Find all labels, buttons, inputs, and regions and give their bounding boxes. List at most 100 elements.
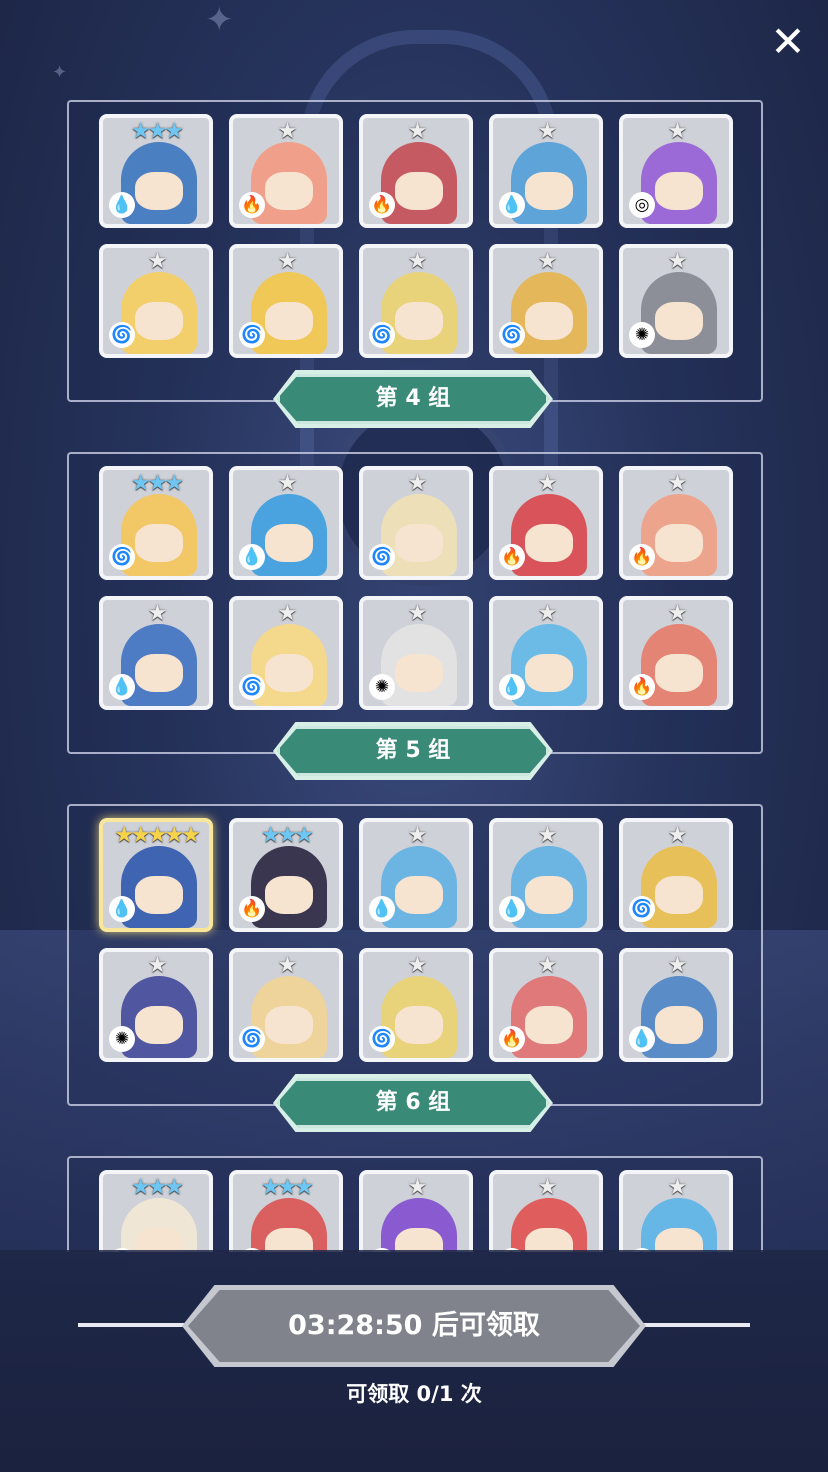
light-element-icon: ✺ xyxy=(369,674,395,700)
hero-card[interactable]: ★ 🌀 xyxy=(359,244,473,358)
hero-card[interactable]: ★ 🌀 xyxy=(619,818,733,932)
hero-card[interactable]: ★ ✺ xyxy=(619,244,733,358)
hero-card[interactable]: ★◎ xyxy=(619,114,733,228)
star-rating-icon: ★ xyxy=(277,119,298,144)
hero-face xyxy=(395,172,443,210)
hero-card[interactable]: ★💧 xyxy=(619,1170,733,1252)
hero-face xyxy=(265,302,313,340)
hero-card[interactable]: ★ 🌀 xyxy=(359,466,473,580)
fire-element-icon: 🔥 xyxy=(239,192,265,218)
hero-portrait xyxy=(381,1198,457,1252)
fire-element-icon: 🔥 xyxy=(629,544,655,570)
hero-card[interactable]: ★🔥 xyxy=(619,596,733,710)
hero-card[interactable]: ★ ✺ xyxy=(99,948,213,1062)
hero-card[interactable]: ★ ✺ xyxy=(359,596,473,710)
hero-card[interactable]: ★💧 xyxy=(229,466,343,580)
hero-card[interactable]: ★💧 xyxy=(489,596,603,710)
hero-card[interactable]: ★💧 xyxy=(99,596,213,710)
hero-portrait xyxy=(641,1198,717,1252)
hero-card[interactable]: ★ 🌀 xyxy=(229,948,343,1062)
water-element-icon: 💧 xyxy=(109,896,135,922)
hero-face xyxy=(395,876,443,914)
hero-face xyxy=(265,1006,313,1044)
hero-card[interactable]: ★ 🌀 xyxy=(359,948,473,1062)
hero-face xyxy=(265,1228,313,1252)
water-element-icon: 💧 xyxy=(239,544,265,570)
hero-card[interactable]: ★◎ xyxy=(359,1170,473,1252)
star-rating-icon: ★★★ xyxy=(260,823,314,848)
sparkle-icon: ✦ xyxy=(205,0,234,40)
hero-face xyxy=(135,1228,183,1252)
hero-card[interactable]: ★★★🔥 xyxy=(229,1170,343,1252)
hero-face xyxy=(525,876,573,914)
fire-element-icon: 🔥 xyxy=(369,192,395,218)
hero-face xyxy=(265,172,313,210)
hero-card[interactable]: ★★★★★ 💧 xyxy=(99,818,213,932)
star-rating-icon: ★ xyxy=(407,1175,428,1200)
star-rating-icon: ★★★ xyxy=(130,471,184,496)
hero-card[interactable]: ★★★ 💧 xyxy=(99,114,213,228)
hero-group-list[interactable]: ★★★ 💧 ★ 🔥 ★ 🔥 ★ 💧 ★ ◎ ★ 🌀 ★ 🌀 ★ 🌀 ★ 🌀 ★ ✺ 第 4 组 ★★★ 🌀 ★ 💧 ★ 🌀 ★ 🔥 ★ 🔥 ★… xyxy=(0,100,828,1252)
star-rating-icon: ★ xyxy=(147,953,168,978)
hero-card[interactable]: ★🔥 xyxy=(619,466,733,580)
wind-element-icon: 🌀 xyxy=(109,544,135,570)
hero-card[interactable]: ★💧 xyxy=(489,818,603,932)
star-rating-icon: ★★★ xyxy=(260,1175,314,1200)
wind-element-icon: 🌀 xyxy=(629,896,655,922)
claim-button-label: 03:28:50 后可领取 xyxy=(288,1310,540,1341)
star-rating-icon: ★ xyxy=(537,1175,558,1200)
star-rating-icon: ★ xyxy=(667,1175,688,1200)
group-label: 第 5 组 xyxy=(277,726,549,776)
star-rating-icon: ★ xyxy=(667,471,688,496)
star-rating-icon: ★ xyxy=(407,601,428,626)
hero-face xyxy=(135,524,183,562)
hero-face xyxy=(525,1228,573,1252)
hero-card[interactable]: ★💧 xyxy=(489,114,603,228)
star-rating-icon: ★ xyxy=(537,823,558,848)
wind-element-icon: 🌀 xyxy=(109,322,135,348)
star-rating-icon: ★ xyxy=(667,823,688,848)
hero-face xyxy=(265,524,313,562)
hero-card[interactable]: ★🔥 xyxy=(229,114,343,228)
hero-face xyxy=(655,172,703,210)
water-element-icon: 💧 xyxy=(369,896,395,922)
star-rating-icon: ★ xyxy=(407,119,428,144)
hero-card[interactable]: ★ 🌀 xyxy=(489,244,603,358)
claim-count-text: 可领取 0/1 次 xyxy=(346,1382,482,1406)
hero-face xyxy=(655,1228,703,1252)
star-rating-icon: ★★★ xyxy=(130,119,184,144)
hero-card[interactable]: ★💧 xyxy=(619,948,733,1062)
hero-card[interactable]: ★ 🌀 xyxy=(229,244,343,358)
wind-element-icon: 🌀 xyxy=(239,1026,265,1052)
water-element-icon: 💧 xyxy=(499,192,525,218)
hero-card[interactable]: ★★★ 🌀 xyxy=(99,466,213,580)
hero-group-panel: ★★★🌀★★★🔥★◎★🔥★💧 xyxy=(67,1156,763,1252)
star-rating-icon: ★ xyxy=(537,249,558,274)
hero-card[interactable]: ★💧 xyxy=(359,818,473,932)
close-button[interactable]: ✕ xyxy=(766,20,810,64)
hero-card[interactable]: ★🔥 xyxy=(489,466,603,580)
hero-face xyxy=(395,302,443,340)
hero-face xyxy=(135,1006,183,1044)
star-rating-icon: ★★★ xyxy=(130,1175,184,1200)
hero-card[interactable]: ★★★ 🔥 xyxy=(229,818,343,932)
hero-face xyxy=(265,654,313,692)
hero-card[interactable]: ★🔥 xyxy=(489,1170,603,1252)
star-rating-icon: ★ xyxy=(277,601,298,626)
group-label: 第 6 组 xyxy=(277,1078,549,1128)
hero-card[interactable]: ★★★🌀 xyxy=(99,1170,213,1252)
hero-card[interactable]: ★🔥 xyxy=(359,114,473,228)
dark-element-icon: ◎ xyxy=(629,192,655,218)
hero-card[interactable]: ★ 🌀 xyxy=(99,244,213,358)
hero-card[interactable]: ★🔥 xyxy=(489,948,603,1062)
hero-face xyxy=(395,654,443,692)
wind-element-icon: 🌀 xyxy=(239,322,265,348)
claim-button[interactable]: 03:28:50 后可领取 xyxy=(188,1290,640,1362)
star-rating-icon: ★ xyxy=(407,953,428,978)
hero-face xyxy=(655,876,703,914)
wind-element-icon: 🌀 xyxy=(369,1026,395,1052)
fire-element-icon: 🔥 xyxy=(239,896,265,922)
hero-portrait xyxy=(251,1198,327,1252)
hero-card[interactable]: ★ 🌀 xyxy=(229,596,343,710)
sparkle-icon: ✦ xyxy=(52,62,68,83)
